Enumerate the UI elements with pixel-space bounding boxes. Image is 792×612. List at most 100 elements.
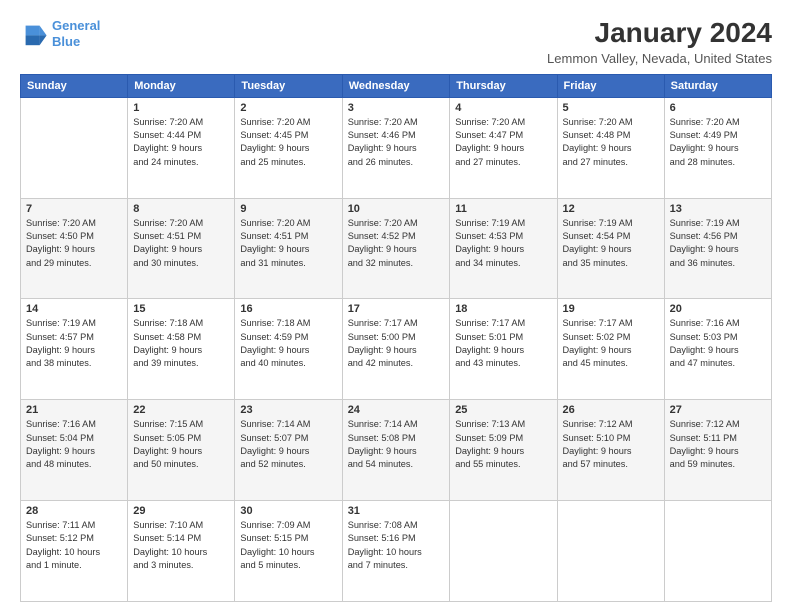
col-header-tuesday: Tuesday bbox=[235, 74, 342, 97]
day-info: Sunrise: 7:17 AM Sunset: 5:00 PM Dayligh… bbox=[348, 317, 445, 370]
day-cell: 18 Sunrise: 7:17 AM Sunset: 5:01 PM Dayli… bbox=[450, 299, 557, 400]
day-cell: 7Sunrise: 7:20 AM Sunset: 4:50 PM Daylig… bbox=[21, 198, 128, 299]
day-number: 26 bbox=[563, 404, 659, 416]
day-info: Sunrise: 7:20 AM Sunset: 4:51 PM Dayligh… bbox=[133, 217, 229, 270]
day-number: 5 bbox=[563, 102, 659, 114]
logo-line1: General bbox=[52, 18, 100, 33]
day-info: Sunrise: 7:20 AM Sunset: 4:45 PM Dayligh… bbox=[240, 116, 336, 169]
week-row-3: 21 Sunrise: 7:16 AM Sunset: 5:04 PM Dayli… bbox=[21, 400, 772, 501]
day-number: 16 bbox=[240, 303, 336, 315]
day-cell: 13 Sunrise: 7:19 AM Sunset: 4:56 PM Dayli… bbox=[664, 198, 771, 299]
day-info: Sunrise: 7:13 AM Sunset: 5:09 PM Dayligh… bbox=[455, 418, 551, 471]
day-number: 13 bbox=[670, 203, 766, 215]
day-info: Sunrise: 7:17 AM Sunset: 5:02 PM Dayligh… bbox=[563, 317, 659, 370]
day-number: 23 bbox=[240, 404, 336, 416]
day-number: 29 bbox=[133, 505, 229, 517]
day-info: Sunrise: 7:18 AM Sunset: 4:58 PM Dayligh… bbox=[133, 317, 229, 370]
day-info: Sunrise: 7:17 AM Sunset: 5:01 PM Dayligh… bbox=[455, 317, 551, 370]
day-cell: 25 Sunrise: 7:13 AM Sunset: 5:09 PM Dayli… bbox=[450, 400, 557, 501]
day-number: 4 bbox=[455, 102, 551, 114]
day-cell bbox=[557, 501, 664, 602]
day-number: 20 bbox=[670, 303, 766, 315]
day-info: Sunrise: 7:20 AM Sunset: 4:46 PM Dayligh… bbox=[348, 116, 445, 169]
day-number: 6 bbox=[670, 102, 766, 114]
day-info: Sunrise: 7:20 AM Sunset: 4:44 PM Dayligh… bbox=[133, 116, 229, 169]
day-cell: 16 Sunrise: 7:18 AM Sunset: 4:59 PM Dayli… bbox=[235, 299, 342, 400]
day-number: 2 bbox=[240, 102, 336, 114]
day-cell bbox=[450, 501, 557, 602]
day-cell: 23Sunrise: 7:14 AM Sunset: 5:07 PM Dayli… bbox=[235, 400, 342, 501]
day-cell: 19 Sunrise: 7:17 AM Sunset: 5:02 PM Dayli… bbox=[557, 299, 664, 400]
day-cell: 8 Sunrise: 7:20 AM Sunset: 4:51 PM Daylig… bbox=[128, 198, 235, 299]
day-cell: 22 Sunrise: 7:15 AM Sunset: 5:05 PM Dayli… bbox=[128, 400, 235, 501]
day-cell: 26 Sunrise: 7:12 AM Sunset: 5:10 PM Dayli… bbox=[557, 400, 664, 501]
day-info: Sunrise: 7:08 AM Sunset: 5:16 PM Dayligh… bbox=[348, 519, 445, 572]
day-number: 24 bbox=[348, 404, 445, 416]
day-cell: 28Sunrise: 7:11 AM Sunset: 5:12 PM Dayli… bbox=[21, 501, 128, 602]
day-info: Sunrise: 7:19 AM Sunset: 4:56 PM Dayligh… bbox=[670, 217, 766, 270]
week-row-4: 28Sunrise: 7:11 AM Sunset: 5:12 PM Dayli… bbox=[21, 501, 772, 602]
day-cell: 1 Sunrise: 7:20 AM Sunset: 4:44 PM Daylig… bbox=[128, 97, 235, 198]
subtitle: Lemmon Valley, Nevada, United States bbox=[547, 51, 772, 66]
day-info: Sunrise: 7:10 AM Sunset: 5:14 PM Dayligh… bbox=[133, 519, 229, 572]
calendar-header: SundayMondayTuesdayWednesdayThursdayFrid… bbox=[21, 74, 772, 97]
day-info: Sunrise: 7:18 AM Sunset: 4:59 PM Dayligh… bbox=[240, 317, 336, 370]
day-cell: 17Sunrise: 7:17 AM Sunset: 5:00 PM Dayli… bbox=[342, 299, 450, 400]
day-info: Sunrise: 7:12 AM Sunset: 5:10 PM Dayligh… bbox=[563, 418, 659, 471]
day-info: Sunrise: 7:19 AM Sunset: 4:57 PM Dayligh… bbox=[26, 317, 122, 370]
day-number: 12 bbox=[563, 203, 659, 215]
day-number: 18 bbox=[455, 303, 551, 315]
day-cell: 10 Sunrise: 7:20 AM Sunset: 4:52 PM Dayli… bbox=[342, 198, 450, 299]
day-info: Sunrise: 7:20 AM Sunset: 4:50 PM Dayligh… bbox=[26, 217, 122, 270]
day-cell: 29 Sunrise: 7:10 AM Sunset: 5:14 PM Dayli… bbox=[128, 501, 235, 602]
day-cell bbox=[21, 97, 128, 198]
col-header-wednesday: Wednesday bbox=[342, 74, 450, 97]
day-info: Sunrise: 7:16 AM Sunset: 5:03 PM Dayligh… bbox=[670, 317, 766, 370]
day-number: 21 bbox=[26, 404, 122, 416]
day-cell: 30Sunrise: 7:09 AM Sunset: 5:15 PM Dayli… bbox=[235, 501, 342, 602]
day-cell: 6Sunrise: 7:20 AM Sunset: 4:49 PM Daylig… bbox=[664, 97, 771, 198]
day-info: Sunrise: 7:16 AM Sunset: 5:04 PM Dayligh… bbox=[26, 418, 122, 471]
col-header-monday: Monday bbox=[128, 74, 235, 97]
header-row: SundayMondayTuesdayWednesdayThursdayFrid… bbox=[21, 74, 772, 97]
day-info: Sunrise: 7:20 AM Sunset: 4:48 PM Dayligh… bbox=[563, 116, 659, 169]
day-number: 1 bbox=[133, 102, 229, 114]
day-number: 10 bbox=[348, 203, 445, 215]
day-number: 19 bbox=[563, 303, 659, 315]
day-cell: 14 Sunrise: 7:19 AM Sunset: 4:57 PM Dayli… bbox=[21, 299, 128, 400]
day-number: 31 bbox=[348, 505, 445, 517]
day-info: Sunrise: 7:19 AM Sunset: 4:54 PM Dayligh… bbox=[563, 217, 659, 270]
day-info: Sunrise: 7:15 AM Sunset: 5:05 PM Dayligh… bbox=[133, 418, 229, 471]
day-cell: 9Sunrise: 7:20 AM Sunset: 4:51 PM Daylig… bbox=[235, 198, 342, 299]
day-cell: 12 Sunrise: 7:19 AM Sunset: 4:54 PM Dayli… bbox=[557, 198, 664, 299]
week-row-0: 1 Sunrise: 7:20 AM Sunset: 4:44 PM Daylig… bbox=[21, 97, 772, 198]
day-number: 11 bbox=[455, 203, 551, 215]
week-row-1: 7Sunrise: 7:20 AM Sunset: 4:50 PM Daylig… bbox=[21, 198, 772, 299]
day-cell: 3 Sunrise: 7:20 AM Sunset: 4:46 PM Daylig… bbox=[342, 97, 450, 198]
logo-icon bbox=[20, 20, 48, 48]
day-cell: 4 Sunrise: 7:20 AM Sunset: 4:47 PM Daylig… bbox=[450, 97, 557, 198]
day-info: Sunrise: 7:09 AM Sunset: 5:15 PM Dayligh… bbox=[240, 519, 336, 572]
day-number: 22 bbox=[133, 404, 229, 416]
day-info: Sunrise: 7:19 AM Sunset: 4:53 PM Dayligh… bbox=[455, 217, 551, 270]
day-cell bbox=[664, 501, 771, 602]
day-cell: 5 Sunrise: 7:20 AM Sunset: 4:48 PM Daylig… bbox=[557, 97, 664, 198]
page: General Blue January 2024 Lemmon Valley,… bbox=[0, 0, 792, 612]
logo-text: General Blue bbox=[52, 18, 100, 49]
day-cell: 20 Sunrise: 7:16 AM Sunset: 5:03 PM Dayli… bbox=[664, 299, 771, 400]
logo: General Blue bbox=[20, 18, 100, 49]
day-cell: 27Sunrise: 7:12 AM Sunset: 5:11 PM Dayli… bbox=[664, 400, 771, 501]
day-number: 3 bbox=[348, 102, 445, 114]
day-info: Sunrise: 7:20 AM Sunset: 4:52 PM Dayligh… bbox=[348, 217, 445, 270]
day-number: 14 bbox=[26, 303, 122, 315]
week-row-2: 14 Sunrise: 7:19 AM Sunset: 4:57 PM Dayli… bbox=[21, 299, 772, 400]
day-info: Sunrise: 7:11 AM Sunset: 5:12 PM Dayligh… bbox=[26, 519, 122, 572]
day-cell: 24Sunrise: 7:14 AM Sunset: 5:08 PM Dayli… bbox=[342, 400, 450, 501]
day-info: Sunrise: 7:12 AM Sunset: 5:11 PM Dayligh… bbox=[670, 418, 766, 471]
calendar-table: SundayMondayTuesdayWednesdayThursdayFrid… bbox=[20, 74, 772, 602]
col-header-thursday: Thursday bbox=[450, 74, 557, 97]
day-number: 8 bbox=[133, 203, 229, 215]
day-cell: 31 Sunrise: 7:08 AM Sunset: 5:16 PM Dayli… bbox=[342, 501, 450, 602]
day-number: 25 bbox=[455, 404, 551, 416]
day-info: Sunrise: 7:20 AM Sunset: 4:47 PM Dayligh… bbox=[455, 116, 551, 169]
